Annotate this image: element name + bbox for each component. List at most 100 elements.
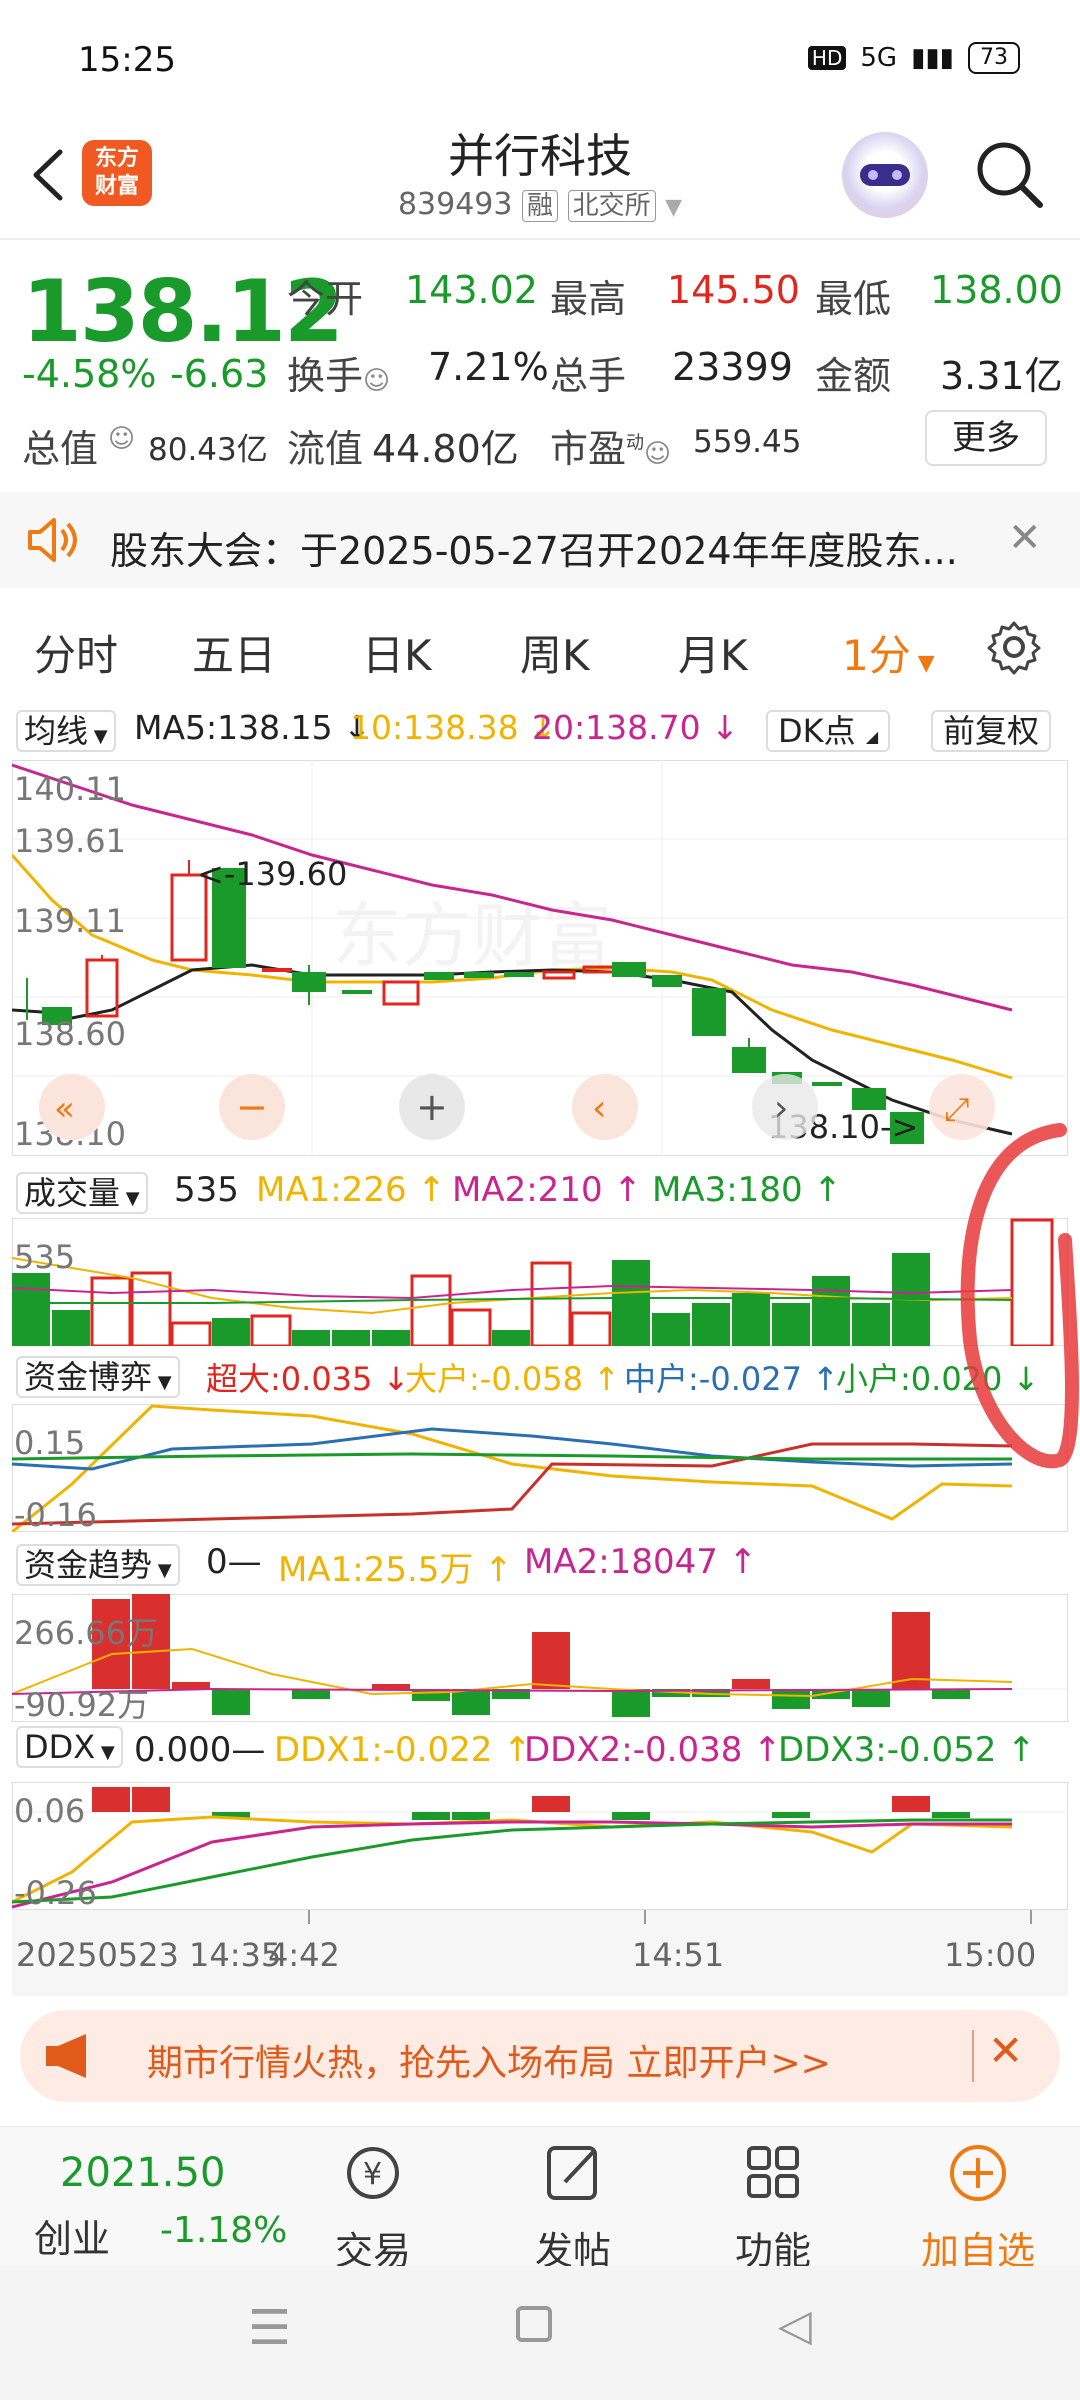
tab-one-minute[interactable]: 1分 ▼ <box>842 622 935 683</box>
volume-selector[interactable]: 成交量 ▼ <box>16 1168 148 1214</box>
settings-gear-icon[interactable] <box>985 618 1043 676</box>
candle <box>464 972 494 978</box>
ddx-selector[interactable]: DDX ▼ <box>16 1726 123 1768</box>
status-icons: HD 5G ▮▮▮ 73 <box>807 42 1020 74</box>
home-icon[interactable] <box>516 2306 552 2342</box>
ddx-bar <box>532 1796 570 1812</box>
ddx-bar <box>92 1787 130 1812</box>
zoom-in-button[interactable]: + <box>399 1074 465 1140</box>
svg-text:«: « <box>54 1089 75 1129</box>
tab-intraday[interactable]: 分时 <box>34 622 118 683</box>
ddx-bar <box>772 1812 810 1818</box>
index-change[interactable]: -1.18% <box>160 2210 287 2251</box>
trend-bar <box>212 1689 250 1715</box>
volume-bar <box>852 1303 890 1346</box>
back-nav-icon[interactable]: ◁ <box>778 2300 812 2351</box>
tab-five-day[interactable]: 五日 <box>192 622 276 683</box>
volume-bar <box>332 1330 370 1346</box>
y-label: -0.26 <box>14 1874 97 1910</box>
candle <box>732 1047 766 1073</box>
volume-ma2: MA2:210 ↑ <box>452 1170 642 1210</box>
close-ad-icon[interactable]: ✕ <box>988 2026 1023 2075</box>
ddx-bar <box>452 1812 490 1820</box>
volume-value: 23399 <box>672 345 793 389</box>
adjust-button[interactable]: 前复权 <box>931 706 1052 752</box>
ddx1-value: DDX1:-0.022 ↑ <box>274 1730 532 1770</box>
add-watchlist-icon[interactable] <box>908 2138 1048 2208</box>
total-cap-label: 总值 <box>22 427 99 471</box>
info-icon[interactable]: ☺ <box>644 439 671 469</box>
candle <box>342 990 372 994</box>
trend-bar <box>732 1679 770 1689</box>
scroll-right-button[interactable]: › <box>752 1074 818 1140</box>
candle <box>424 972 454 980</box>
fund-trend-selector[interactable]: 资金趋势 ▼ <box>16 1540 180 1586</box>
tab-monthly-k[interactable]: 月K <box>678 622 748 683</box>
trend-bar <box>852 1689 890 1707</box>
volume-bar <box>692 1303 730 1346</box>
post-icon[interactable] <box>503 2138 643 2208</box>
high-annotation: <-139.60 <box>197 855 347 893</box>
fund-trend-value: 0— <box>206 1542 262 1582</box>
fund-trend-ma1: MA1:25.5万 ↑ <box>278 1550 513 1590</box>
high-value: 145.50 <box>667 268 800 312</box>
ddx-chart[interactable]: 0.06 -0.26 <box>12 1782 1068 1910</box>
ma-selector[interactable]: 均线 ▼ <box>16 706 116 752</box>
header-divider <box>0 238 1080 240</box>
ad-divider <box>972 2030 974 2082</box>
more-button[interactable]: 更多 <box>925 410 1047 466</box>
hd-icon: HD <box>807 46 847 70</box>
functions-grid-icon[interactable] <box>703 2138 843 2208</box>
kline-chart[interactable]: 东方财富 <-139.60 138.10-> 140.11 139.61 139… <box>12 760 1068 1156</box>
high-label: 最高 <box>550 277 627 321</box>
mid-value: 中户:-0.027 ↑ <box>624 1360 839 1398</box>
ddx-bar <box>892 1796 930 1812</box>
speaker-icon <box>28 518 77 562</box>
trend-bar <box>372 1684 410 1689</box>
tab-daily-k[interactable]: 日K <box>362 622 432 683</box>
zoom-out-button[interactable]: − <box>219 1074 285 1140</box>
candle <box>612 962 646 977</box>
candle <box>652 975 682 987</box>
tab-weekly-k[interactable]: 周K <box>520 622 590 683</box>
volume-bar <box>652 1313 690 1346</box>
volume-bar <box>492 1330 530 1346</box>
index-value[interactable]: 2021.50 <box>60 2150 225 2196</box>
fund-game-selector[interactable]: 资金博弈 ▼ <box>16 1352 180 1398</box>
scroll-left-button[interactable]: ‹ <box>572 1074 638 1140</box>
ad-text[interactable]: 期市行情火热，抢先入场布局 立即开户>> <box>147 2034 831 2086</box>
ai-assistant-icon[interactable] <box>842 132 928 218</box>
volume-bar <box>732 1293 770 1346</box>
caret-down-icon[interactable]: ▼ <box>665 195 682 220</box>
info-icon[interactable]: ☺ <box>108 424 135 454</box>
trend-bar <box>532 1632 570 1689</box>
y-label: 0.15 <box>14 1424 85 1462</box>
menu-icon[interactable]: ☰ <box>248 2300 291 2356</box>
float-cap-value: 44.80亿 <box>372 427 519 471</box>
trade-icon[interactable]: ¥ <box>303 2138 443 2208</box>
volume-bar <box>772 1303 810 1346</box>
y-label: 139.11 <box>14 902 126 940</box>
dk-point-button[interactable]: DK点 ◢ <box>766 706 891 752</box>
notice-text[interactable]: 股东大会：于2025-05-27召开2024年年度股东... <box>110 520 958 575</box>
ddx3-value: DDX3:-0.052 ↑ <box>778 1730 1036 1770</box>
volume-bar <box>12 1273 50 1346</box>
fund-trend-chart[interactable]: 266.66万 -90.92万 <box>12 1594 1068 1722</box>
search-icon[interactable] <box>970 135 1050 215</box>
fund-game-chart[interactable]: 0.15 -0.16 <box>12 1404 1068 1532</box>
ddx-bar <box>612 1812 650 1820</box>
volume-ma1: MA1:226 ↑ <box>256 1170 446 1210</box>
volume-chart[interactable]: 535 <box>12 1218 1068 1346</box>
total-cap-value: 80.43亿 <box>148 432 268 468</box>
close-notice-icon[interactable]: ✕ <box>1008 515 1042 561</box>
index-name[interactable]: 创业 <box>34 2208 110 2263</box>
info-icon[interactable]: ☺ <box>363 366 390 396</box>
megaphone-icon <box>46 2034 86 2078</box>
volume-bar <box>372 1330 410 1346</box>
volume-value: 535 <box>174 1170 239 1210</box>
candle <box>852 1088 886 1110</box>
scroll-left-fast-button[interactable]: « <box>39 1074 105 1140</box>
ma5-label: MA5:138.15 ↓ <box>134 708 371 747</box>
candle <box>504 972 534 977</box>
large-value: 大户:-0.058 ↑ <box>405 1360 620 1398</box>
